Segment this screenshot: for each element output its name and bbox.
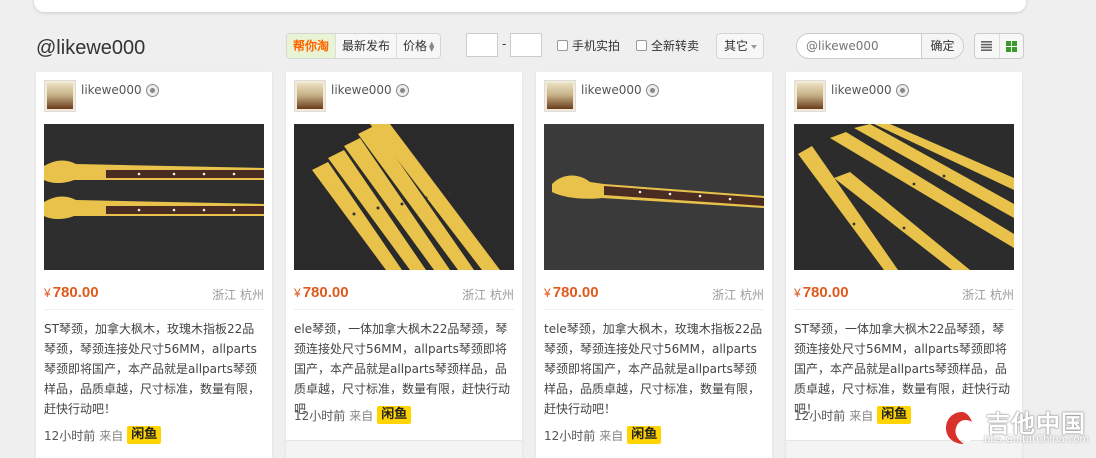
product-card[interactable]: likewe000 ¥780.00 浙江 杭州 ST琴颈，加拿大枫木，玫瑰木指板…	[36, 72, 272, 458]
grid-view-icon[interactable]	[1000, 34, 1024, 58]
price: ¥780.00	[44, 284, 99, 301]
watermark-url: bbs.GuitarChina.com	[984, 434, 1090, 445]
product-image[interactable]	[544, 124, 764, 270]
card-footer-strip	[286, 440, 522, 458]
seller-name-text: likewe000	[81, 83, 142, 97]
page-title: @likewe000	[36, 37, 146, 59]
tab-latest[interactable]: 最新发布	[336, 34, 398, 58]
sort-arrows-icon: ▲ ▼	[429, 39, 435, 53]
brand-new-checkbox[interactable]: 全新转卖	[636, 37, 699, 54]
seller-name-text: likewe000	[581, 83, 642, 97]
xianyu-badge[interactable]: 闲鱼	[627, 426, 662, 444]
location: 浙江 杭州	[712, 288, 764, 302]
price-range-dash: -	[502, 37, 507, 51]
seller-name[interactable]: likewe000	[331, 83, 409, 97]
seller-name-text: likewe000	[831, 83, 892, 97]
wangwang-icon[interactable]	[145, 83, 159, 97]
avatar[interactable]	[294, 80, 326, 112]
product-card[interactable]: likewe000 ¥780.00 浙江 杭州 ele琴颈，一体加拿大枫木22品…	[286, 72, 522, 458]
post-time: 12小时前	[544, 428, 596, 443]
post-meta: 12小时前 来自 闲鱼	[294, 406, 412, 424]
seller-name-text: likewe000	[331, 83, 392, 97]
seller-name[interactable]: likewe000	[81, 83, 159, 97]
currency-symbol: ¥	[294, 286, 301, 300]
avatar[interactable]	[544, 80, 576, 112]
search-box: 确定	[796, 33, 964, 59]
seller-name[interactable]: likewe000	[831, 83, 909, 97]
post-time: 12小时前	[794, 408, 846, 423]
divider	[544, 309, 764, 310]
wangwang-icon[interactable]	[895, 83, 909, 97]
tab-recommend[interactable]: 帮你淘	[287, 34, 337, 58]
post-meta: 12小时前 来自 闲鱼	[794, 406, 912, 424]
product-image[interactable]	[294, 124, 514, 270]
price-value: 780.00	[552, 284, 599, 301]
phone-photo-checkbox[interactable]: 手机实拍	[557, 37, 620, 54]
currency-symbol: ¥	[794, 286, 801, 300]
other-label: 其它	[724, 39, 749, 53]
currency-symbol: ¥	[544, 286, 551, 300]
tab-price[interactable]: 价格 ▲ ▼	[397, 34, 440, 58]
post-time: 12小时前	[294, 408, 346, 423]
tab-recommend-label: 帮你淘	[293, 39, 330, 53]
post-time: 12小时前	[44, 428, 96, 443]
product-card[interactable]: likewe000 ¥780.00 浙江 杭州 ST琴颈，一体加拿大枫木22品琴…	[786, 72, 1022, 458]
divider	[794, 309, 1014, 310]
top-panel	[34, 0, 1026, 12]
tab-price-label: 价格	[403, 39, 428, 53]
wangwang-icon[interactable]	[395, 83, 409, 97]
location: 浙江 杭州	[962, 288, 1014, 302]
search-input[interactable]	[797, 34, 921, 58]
price-min-input[interactable]	[466, 33, 498, 57]
product-image[interactable]	[794, 124, 1014, 270]
xianyu-badge[interactable]: 闲鱼	[127, 426, 162, 444]
divider	[44, 309, 264, 310]
chevron-down-icon	[751, 44, 758, 49]
post-meta: 12小时前 来自 闲鱼	[44, 426, 162, 444]
seller-name[interactable]: likewe000	[581, 83, 659, 97]
view-toggle	[974, 33, 1024, 59]
price-value: 780.00	[52, 284, 99, 301]
brand-new-label: 全新转卖	[651, 39, 700, 53]
from-label: 来自	[99, 428, 124, 443]
avatar[interactable]	[794, 80, 826, 112]
description[interactable]: ST琴颈，加拿大枫木，玫瑰木指板22品琴颈，琴颈连接处尺寸56MM，allpar…	[44, 319, 266, 419]
price: ¥780.00	[544, 284, 599, 301]
from-label: 来自	[599, 428, 624, 443]
search-confirm-button[interactable]: 确定	[921, 34, 963, 58]
post-meta: 12小时前 来自 闲鱼	[544, 426, 662, 444]
price-value: 780.00	[302, 284, 349, 301]
price: ¥780.00	[294, 284, 349, 301]
price-value: 780.00	[802, 284, 849, 301]
avatar[interactable]	[44, 80, 76, 112]
product-image[interactable]	[44, 124, 264, 270]
other-dropdown[interactable]: 其它	[716, 33, 764, 59]
watermark: 吉他中国 bbs.GuitarChina.com	[940, 404, 1090, 454]
sort-tabs: 帮你淘 最新发布 价格 ▲ ▼	[286, 33, 442, 59]
description[interactable]: tele琴颈，加拿大枫木，玫瑰木指板22品琴颈，琴颈连接处尺寸56MM，allp…	[544, 319, 766, 419]
price-max-input[interactable]	[510, 33, 542, 57]
description[interactable]: ele琴颈，一体加拿大枫木22品琴颈，琴颈连接处尺寸56MM，allparts琴…	[294, 319, 516, 419]
location: 浙江 杭州	[212, 288, 264, 302]
currency-symbol: ¥	[44, 286, 51, 300]
from-label: 来自	[849, 408, 874, 423]
from-label: 来自	[349, 408, 374, 423]
location: 浙江 杭州	[462, 288, 514, 302]
price: ¥780.00	[794, 284, 849, 301]
xianyu-badge[interactable]: 闲鱼	[877, 406, 912, 424]
checkbox-box[interactable]	[557, 40, 568, 51]
wangwang-icon[interactable]	[645, 83, 659, 97]
product-card[interactable]: likewe000 ¥780.00 浙江 杭州 tele琴颈，加拿大枫木，玫瑰木…	[536, 72, 772, 458]
divider	[294, 309, 514, 310]
xianyu-badge[interactable]: 闲鱼	[377, 406, 412, 424]
checkbox-box[interactable]	[636, 40, 647, 51]
list-view-icon[interactable]	[975, 34, 1000, 58]
guitar-logo-icon	[946, 412, 976, 444]
tab-latest-label: 最新发布	[342, 39, 391, 53]
phone-photo-label: 手机实拍	[572, 39, 621, 53]
